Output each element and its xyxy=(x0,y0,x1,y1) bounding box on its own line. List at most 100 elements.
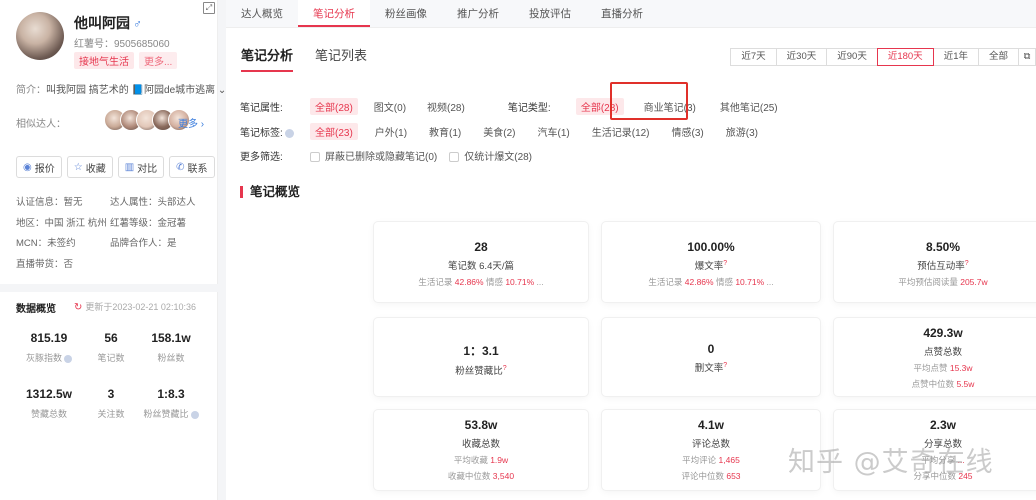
divider xyxy=(0,284,218,292)
range-90d[interactable]: 近90天 xyxy=(826,48,878,66)
help-icon[interactable]: ? xyxy=(965,260,969,267)
tab-note-list[interactable]: 笔记列表 xyxy=(315,45,367,72)
quote-label: 报价 xyxy=(34,163,55,175)
filter-attr-row: 笔记属性: 全部(28) 图文(0) 视频(28) 笔记类型: 全部(28) 商… xyxy=(240,98,783,115)
help-icon[interactable] xyxy=(284,128,294,138)
filter-tag-education[interactable]: 教育(1) xyxy=(424,123,466,140)
viral-only-checkbox[interactable]: 仅统计爆文(28) xyxy=(449,148,532,163)
nav-fan-profile[interactable]: 粉丝画像 xyxy=(370,0,442,27)
contact-button[interactable]: ✆ 联系 xyxy=(169,156,215,178)
filter-more-row: 更多筛选: 屏蔽已删除或隐藏笔记(0) 仅统计爆文(28) xyxy=(240,148,532,163)
stat-value: 56 xyxy=(104,331,118,345)
sub-text: 情感 xyxy=(483,277,506,287)
help-icon[interactable] xyxy=(190,410,199,419)
similar-more-link[interactable]: 更多 › xyxy=(178,115,204,130)
favorite-button[interactable]: ☆ 收藏 xyxy=(66,156,113,178)
range-1y[interactable]: 近1年 xyxy=(932,48,979,66)
card-label: 预估互动率 xyxy=(917,261,965,272)
sub-num: 42.86% xyxy=(684,277,714,287)
filter-type-other[interactable]: 其他笔记(25) xyxy=(715,98,783,115)
filter-tag-food[interactable]: 美食(2) xyxy=(478,123,520,140)
card-value: 8.50% xyxy=(925,240,961,254)
phone-icon: ✆ xyxy=(176,161,185,173)
quote-icon: ◉ xyxy=(23,161,32,173)
hide-deleted-checkbox[interactable]: 屏蔽已删除或隐藏笔记(0) xyxy=(310,148,437,163)
quote-button[interactable]: ◉ 报价 xyxy=(16,156,62,178)
compare-label: 对比 xyxy=(137,163,158,175)
range-all[interactable]: 全部 xyxy=(977,48,1019,66)
nav-evaluation[interactable]: 投放评估 xyxy=(514,0,586,27)
stat-label: 灰豚指数 xyxy=(25,353,62,363)
help-icon[interactable]: ? xyxy=(723,260,727,267)
help-icon[interactable]: ? xyxy=(723,362,727,369)
expand-icon[interactable]: ⤢ xyxy=(203,2,215,14)
card-label: 删文率 xyxy=(694,363,724,374)
filter-tag-all[interactable]: 全部(23) xyxy=(310,123,358,140)
card-label: 粉丝赞藏比 xyxy=(455,366,503,377)
section-title: 笔记概览 xyxy=(240,186,300,198)
intro-text: 叫我阿园 搞艺术的 📘阿园de城市逃离 xyxy=(46,85,216,96)
nav-note-analysis[interactable]: 笔记分析 xyxy=(298,0,370,27)
nav-overview[interactable]: 达人概览 xyxy=(226,0,298,27)
stat-index: 815.19 灰豚指数 xyxy=(16,331,82,364)
date-range: 近7天 近30天 近90天 近180天 近1年 全部 ⧉ xyxy=(730,48,1036,66)
stat-label: 赞藏总数 xyxy=(30,409,67,419)
similar-label: 相似达人： xyxy=(16,119,66,130)
sub-text: 评论中位数 xyxy=(681,471,727,481)
compare-button[interactable]: ▥ 对比 xyxy=(117,156,165,178)
favorite-label: 收藏 xyxy=(85,163,106,175)
checkbox-icon[interactable] xyxy=(310,152,320,163)
stat-label: 笔记数 xyxy=(97,353,125,363)
refresh-status[interactable]: ↻ 更新于2023-02-21 02:10:36 xyxy=(74,300,196,313)
nav-live[interactable]: 直播分析 xyxy=(586,0,658,27)
filter-attr-all[interactable]: 全部(28) xyxy=(310,98,358,115)
filter-tag-row: 笔记标签: 全部(23) 户外(1) 教育(1) 美食(2) 汽车(1) 生活记… xyxy=(240,123,763,140)
stat-fan-ratio: 1:8.3 粉丝赞藏比 xyxy=(138,387,204,420)
sub-num: 1,465 xyxy=(718,455,740,465)
card-label: 收藏总数 xyxy=(461,439,500,450)
nav-promotion[interactable]: 推广分析 xyxy=(442,0,514,27)
filter-tag-emotion[interactable]: 情感(3) xyxy=(667,123,709,140)
filter-type-label: 笔记类型: xyxy=(507,103,551,114)
top-nav: 达人概览 笔记分析 粉丝画像 推广分析 投放评估 直播分析 xyxy=(226,0,1036,28)
filter-tag-outdoor[interactable]: 户外(1) xyxy=(370,123,412,140)
chevron-right-icon: › xyxy=(200,119,205,130)
range-7d[interactable]: 近7天 xyxy=(730,48,777,66)
compare-icon: ▥ xyxy=(124,161,135,173)
filter-tag-travel[interactable]: 旅游(3) xyxy=(721,123,763,140)
viral-only-label: 仅统计爆文(28) xyxy=(464,152,533,163)
star-icon: ☆ xyxy=(73,161,83,173)
help-icon[interactable] xyxy=(64,354,72,363)
range-180d[interactable]: 近180天 xyxy=(876,48,934,66)
stat-following: 3 关注数 xyxy=(78,387,144,420)
intro-label: 简介： xyxy=(16,85,46,96)
more-link-label: 更多 xyxy=(178,119,198,130)
filter-more-label: 更多筛选: xyxy=(240,152,283,163)
help-icon[interactable]: ? xyxy=(503,365,507,372)
stat-value: 158.1w xyxy=(151,331,191,345)
card-likes: 429.3w 点赞总数 平均点赞 15.3w 点赞中位数 5.5w xyxy=(834,318,1036,396)
refresh-icon[interactable]: ↻ xyxy=(74,302,82,313)
filter-tag-car[interactable]: 汽车(1) xyxy=(533,123,575,140)
card-note-count: 28 笔记数 6.4天/篇 生活记录 42.86% 情感 10.71% ... xyxy=(374,222,588,302)
card-value: 0 xyxy=(707,342,715,356)
card-sub: 生活记录 42.86% 情感 10.71% ... xyxy=(602,276,820,288)
filter-attr-image[interactable]: 图文(0) xyxy=(369,98,411,115)
sidebar: ⤢ 他叫阿园 ♂ 红薯号：9505685060 接地气生活 更多... 简介：叫我… xyxy=(0,0,226,500)
sub-num: 5.5w xyxy=(956,379,975,389)
more-tags-button[interactable]: 更多... xyxy=(139,52,178,69)
checkbox-icon[interactable] xyxy=(449,152,460,163)
action-buttons: ◉ 报价 ☆ 收藏 ▥ 对比 ✆ 联系 xyxy=(16,156,215,178)
sub-text: 点赞中位数 xyxy=(911,379,957,389)
info-level: 红薯等级：金冠薯 xyxy=(110,217,187,229)
card-sub: 平均预估阅读量 205.7w xyxy=(834,276,1036,288)
profile-tags: 接地气生活 更多... xyxy=(74,52,178,69)
tab-note-analysis[interactable]: 笔记分析 xyxy=(241,45,294,72)
stat-value: 1:8.3 xyxy=(157,387,185,401)
filter-tag-life[interactable]: 生活记录(12) xyxy=(587,123,655,140)
range-30d[interactable]: 近30天 xyxy=(775,48,828,66)
calendar-icon[interactable]: ⧉ xyxy=(1018,48,1036,66)
filter-attr-video[interactable]: 视频(28) xyxy=(422,98,470,115)
card-value: 100.00% xyxy=(687,240,735,254)
card-sub: 生活记录 42.86% 情感 10.71% ... xyxy=(374,276,588,288)
